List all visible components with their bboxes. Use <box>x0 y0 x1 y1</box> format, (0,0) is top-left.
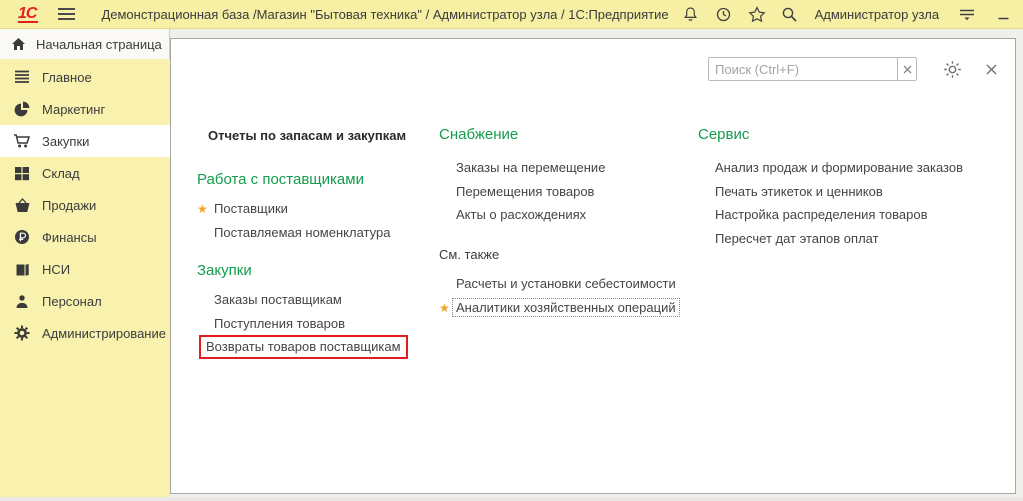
menu-item-payment-dates-recalc[interactable]: Пересчет дат этапов оплат <box>698 227 963 251</box>
window-title: Демонстрационная база /Магазин "Бытовая … <box>101 7 668 22</box>
books-icon <box>13 262 31 277</box>
function-menu-panel: Отчеты по запасам и закупкам Работа с по… <box>170 38 1016 494</box>
panel-close-icon[interactable] <box>986 64 997 75</box>
notifications-bell-icon[interactable] <box>680 3 702 25</box>
see-also-label: См. также <box>439 247 680 263</box>
service-menu-icon[interactable] <box>956 3 978 25</box>
search-clear-icon[interactable] <box>897 58 916 80</box>
section-supply: Снабжение Заказы на перемещение Перемеще… <box>439 125 605 227</box>
sidebar-item-marketing[interactable]: Маркетинг <box>0 93 170 125</box>
search-input[interactable] <box>709 58 897 80</box>
hamburger-menu-icon[interactable] <box>58 8 75 20</box>
menu-item-goods-transfers[interactable]: Перемещения товаров <box>439 180 605 204</box>
grid-icon <box>13 166 31 181</box>
sidebar-item-personnel[interactable]: Персонал <box>0 285 170 317</box>
sidebar-item-administration[interactable]: Администрирование <box>0 317 170 349</box>
menu-item-suppliers[interactable]: ★Поставщики <box>197 197 390 221</box>
title-bar: 1С Демонстрационная база /Магазин "Бытов… <box>0 0 1023 29</box>
home-icon <box>11 37 26 51</box>
section-title: Сервис <box>698 125 963 144</box>
favorites-star-icon[interactable] <box>746 3 768 25</box>
gear-icon <box>13 325 31 341</box>
menu-item-discrepancy-acts[interactable]: Акты о расхождениях <box>439 203 605 227</box>
ruble-icon <box>13 229 31 245</box>
history-icon[interactable] <box>713 3 735 25</box>
sidebar-item-finance[interactable]: Финансы <box>0 221 170 253</box>
menu-item-transfer-orders[interactable]: Заказы на перемещение <box>439 156 605 180</box>
menu-item-business-operation-analytics[interactable]: ★Аналитики хозяйственных операций <box>439 296 680 320</box>
titlebar-actions: Администратор узла <box>669 3 1023 25</box>
section-service: Сервис Анализ продаж и формирование зака… <box>698 125 963 250</box>
section-purchases: Закупки Заказы поставщикам Поступления т… <box>197 261 408 359</box>
menu-item-supplied-nomenclature[interactable]: Поставляемая номенклатура <box>197 221 390 245</box>
section-title: Снабжение <box>439 125 605 144</box>
favorite-star-icon: ★ <box>197 198 214 222</box>
panel-settings-gear-icon[interactable] <box>943 60 962 79</box>
1c-logo: 1С <box>18 6 38 23</box>
reports-link[interactable]: Отчеты по запасам и закупкам <box>208 128 406 143</box>
menu-item-goods-receipts[interactable]: Поступления товаров <box>197 312 408 336</box>
pie-chart-icon <box>13 101 31 117</box>
section-title: Работа с поставщиками <box>197 170 390 189</box>
person-icon <box>13 294 31 309</box>
global-search-icon[interactable] <box>779 3 801 25</box>
menu-item-orders-to-suppliers[interactable]: Заказы поставщикам <box>197 288 408 312</box>
main-area: Отчеты по запасам и закупкам Работа с по… <box>170 29 1023 497</box>
section-title: Закупки <box>197 261 408 280</box>
minimize-button[interactable] <box>992 3 1014 25</box>
sidebar-item-purchases[interactable]: Закупки <box>0 125 170 157</box>
section-suppliers: Работа с поставщиками ★Поставщики Постав… <box>197 170 390 244</box>
menu-item-cost-calculations[interactable]: Расчеты и установки себестоимости <box>439 272 680 296</box>
basket-icon <box>13 198 31 213</box>
menu-item-distribution-settings[interactable]: Настройка распределения товаров <box>698 203 963 227</box>
menu-item-returns-to-suppliers[interactable]: Возвраты товаров поставщикам <box>197 335 408 359</box>
sidebar-item-warehouse[interactable]: Склад <box>0 157 170 189</box>
highlight-red-box: Возвраты товаров поставщикам <box>199 335 408 359</box>
section-see-also: См. также Расчеты и установки себестоимо… <box>439 247 680 319</box>
sidebar: Главное Маркетинг Закупки Склад Продажи … <box>0 59 170 497</box>
cart-icon <box>13 133 31 149</box>
menu-lines-icon <box>13 70 31 84</box>
sidebar-item-sales[interactable]: Продажи <box>0 189 170 221</box>
keyboard-focus-box: Аналитики хозяйственных операций <box>452 298 680 317</box>
sidebar-item-nsi[interactable]: НСИ <box>0 253 170 285</box>
sidebar-item-home[interactable]: Начальная страница <box>0 29 170 59</box>
current-user[interactable]: Администратор узла <box>815 7 940 22</box>
sidebar-item-main[interactable]: Главное <box>0 61 170 93</box>
menu-item-label-printing[interactable]: Печать этикеток и ценников <box>698 180 963 204</box>
panel-controls <box>708 57 997 81</box>
search-box <box>708 57 917 81</box>
menu-item-sales-analysis[interactable]: Анализ продаж и формирование заказов <box>698 156 963 180</box>
